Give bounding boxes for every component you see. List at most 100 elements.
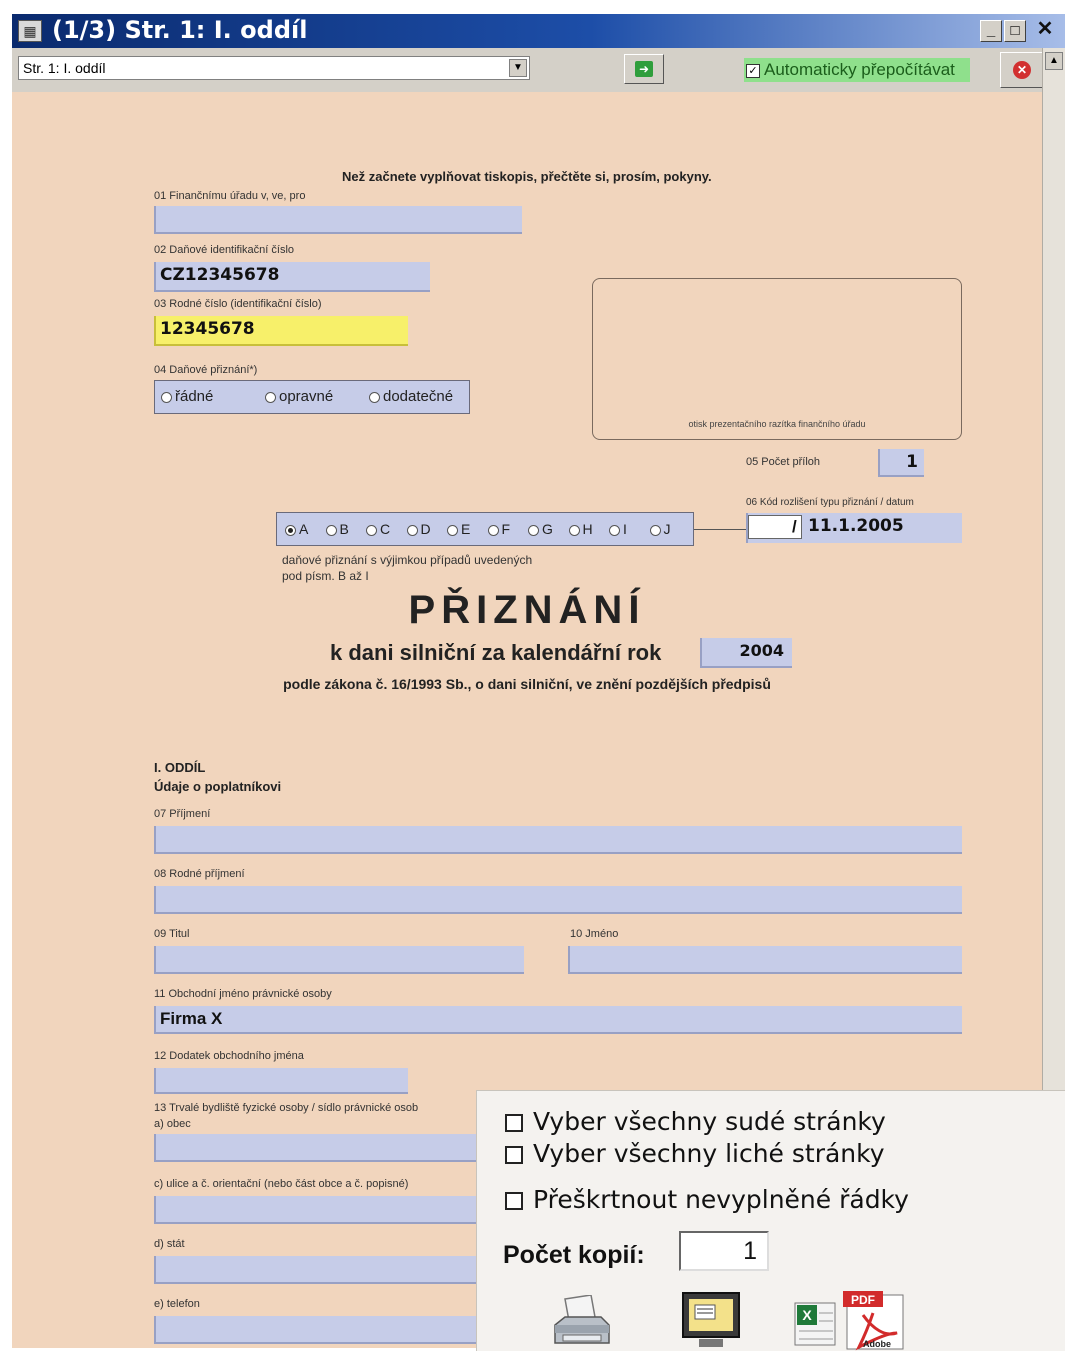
page-select[interactable]: Str. 1: I. oddíl ▼ xyxy=(18,56,530,80)
select-odd-pages-checkbox[interactable]: Vyber všechny liché stránky xyxy=(505,1139,885,1168)
declaration-date-field[interactable]: 11.1.2005 xyxy=(808,516,904,536)
close-icon: ✕ xyxy=(1013,61,1031,79)
svg-text:Adobe: Adobe xyxy=(863,1339,891,1349)
radio-circle-icon xyxy=(649,524,661,536)
checkbox-unchecked-icon xyxy=(505,1114,523,1132)
first-name-field[interactable] xyxy=(568,946,962,974)
company-name-field[interactable]: Firma X xyxy=(154,1006,962,1034)
radio-circle-icon xyxy=(528,524,539,536)
chevron-down-icon[interactable]: ▼ xyxy=(509,59,527,77)
radio-type-d[interactable]: D xyxy=(406,513,431,545)
export-excel-pdf-icon[interactable]: X PDF Adobe xyxy=(793,1289,905,1351)
f05-label: 05 Počet příloh xyxy=(746,456,820,468)
print-options-panel: Vyber všechny sudé stránky Vyber všechny… xyxy=(476,1090,1065,1351)
radio-circle-icon xyxy=(285,524,296,536)
type-note-line-2: pod písm. B až I xyxy=(282,569,369,583)
surname-field[interactable] xyxy=(154,826,962,854)
form-subheading: k dani silniční za kalendářní rok xyxy=(330,640,662,665)
go-to-page-button[interactable]: ➜ xyxy=(624,54,664,84)
svg-text:X: X xyxy=(802,1307,812,1323)
f09-label: 09 Titul xyxy=(154,928,190,940)
radio-circle-icon xyxy=(325,524,337,536)
radio-type-h[interactable]: H xyxy=(568,513,593,545)
tax-office-field[interactable] xyxy=(154,206,522,234)
radio-dodatecne[interactable]: dodatečné xyxy=(369,381,453,413)
f02-label: 02 Daňové identifikační číslo xyxy=(154,244,295,256)
form-heading: PŘIZNÁNÍ xyxy=(408,588,646,632)
scroll-up-arrow-icon[interactable]: ▲ xyxy=(1045,52,1063,70)
radio-circle-icon xyxy=(568,524,580,536)
connector-line xyxy=(694,529,746,530)
radio-radne[interactable]: řádné xyxy=(161,381,213,413)
radio-type-i[interactable]: I xyxy=(609,513,627,545)
auto-recalc-label: Automaticky přepočítávat xyxy=(764,60,955,79)
f11-label: 11 Obchodní jméno právnické osoby xyxy=(154,988,332,1000)
window-titlebar[interactable]: ▦ (1/3) Str. 1: I. oddíl _ □ ✕ xyxy=(12,14,1065,48)
f13e-label: e) telefon xyxy=(154,1298,200,1310)
checkbox-checked-icon: ✓ xyxy=(746,63,760,78)
print-preview-icon[interactable] xyxy=(681,1291,741,1349)
f13a-label: a) obec xyxy=(154,1118,191,1130)
maximize-button[interactable]: □ xyxy=(1004,20,1026,42)
tax-year-field[interactable]: 2004 xyxy=(700,638,792,668)
f06-label: 06 Kód rozlišení typu přiznání / datum xyxy=(746,497,914,508)
street-field[interactable] xyxy=(154,1196,484,1224)
declaration-type-group: řádné opravné dodatečné xyxy=(154,380,470,414)
minimize-button[interactable]: _ xyxy=(980,20,1002,42)
copies-label: Počet kopií: xyxy=(503,1241,645,1269)
stamp-box: otisk prezentačního razítka finančního ú… xyxy=(592,278,962,440)
close-form-button[interactable]: ✕ xyxy=(1000,52,1044,88)
radio-type-c[interactable]: C xyxy=(366,513,390,545)
date-separator: / xyxy=(792,517,797,536)
f01-label: 01 Finančnímu úřadu v, ve, pro xyxy=(154,190,306,202)
radio-opravne[interactable]: opravné xyxy=(265,381,333,413)
radio-circle-icon xyxy=(609,524,620,536)
attachments-count-field[interactable]: 1 xyxy=(878,449,924,477)
section-title: I. ODDÍL xyxy=(154,760,206,775)
close-window-button[interactable]: ✕ xyxy=(1034,19,1056,42)
company-name-suffix-field[interactable] xyxy=(154,1068,408,1094)
type-note-line-1: daňové přiznání s výjimkou případů uvede… xyxy=(282,553,533,567)
toolbar: Str. 1: I. oddíl ▼ ➜ ✓ Automaticky přepoč… xyxy=(12,48,1065,92)
municipality-field[interactable] xyxy=(154,1134,484,1162)
auto-recalc-checkbox[interactable]: ✓ Automaticky přepočítávat xyxy=(744,58,970,82)
title-field[interactable] xyxy=(154,946,524,974)
strike-empty-rows-checkbox[interactable]: Přeškrtnout nevyplněné řádky xyxy=(505,1185,909,1214)
f03-label: 03 Rodné číslo (identifikační číslo) xyxy=(154,298,322,310)
type-code-date-group: / 11.1.2005 xyxy=(746,513,962,543)
radio-circle-icon xyxy=(366,524,377,536)
instructions-notice: Než začnete vyplňovat tiskopis, přečtěte… xyxy=(342,169,712,184)
arrow-right-icon: ➜ xyxy=(635,61,653,77)
radio-circle-icon xyxy=(487,524,499,536)
f13d-label: d) stát xyxy=(154,1238,185,1250)
f13c-label: c) ulice a č. orientační (nebo část obce… xyxy=(154,1178,409,1190)
birth-number-field[interactable]: 12345678 xyxy=(154,316,408,346)
f12-label: 12 Dodatek obchodního jména xyxy=(154,1050,304,1062)
tax-id-field[interactable]: CZ12345678 xyxy=(154,262,430,292)
radio-type-g[interactable]: G xyxy=(528,513,553,545)
select-even-pages-checkbox[interactable]: Vyber všechny sudé stránky xyxy=(505,1107,886,1136)
app-icon: ▦ xyxy=(18,20,42,42)
radio-type-f[interactable]: F xyxy=(487,513,510,545)
page-select-value: Str. 1: I. oddíl xyxy=(23,60,106,76)
radio-type-b[interactable]: B xyxy=(325,513,349,545)
f08-label: 08 Rodné příjmení xyxy=(154,868,245,880)
f10-label: 10 Jméno xyxy=(570,928,619,940)
checkbox-unchecked-icon xyxy=(505,1146,523,1164)
window-title: (1/3) Str. 1: I. oddíl xyxy=(52,16,308,44)
checkbox-unchecked-icon xyxy=(505,1192,523,1210)
country-field[interactable] xyxy=(154,1256,484,1284)
radio-type-e[interactable]: E xyxy=(447,513,470,545)
radio-type-j[interactable]: J xyxy=(649,513,671,545)
printer-icon[interactable] xyxy=(551,1294,611,1351)
birth-surname-field[interactable] xyxy=(154,886,962,914)
declaration-code-group: ABCDEFGHIJ xyxy=(276,512,694,546)
radio-circle-icon xyxy=(447,524,458,536)
law-reference: podle zákona č. 16/1993 Sb., o dani siln… xyxy=(283,676,771,692)
stamp-label: otisk prezentačního razítka finančního ú… xyxy=(688,419,866,429)
phone-field[interactable] xyxy=(154,1316,484,1344)
copies-input[interactable]: 1 xyxy=(679,1231,769,1271)
f13-label: 13 Trvalé bydliště fyzické osoby / sídlo… xyxy=(154,1102,419,1114)
section-subtitle: Údaje o poplatníkovi xyxy=(154,779,282,794)
radio-type-a[interactable]: A xyxy=(285,513,308,545)
